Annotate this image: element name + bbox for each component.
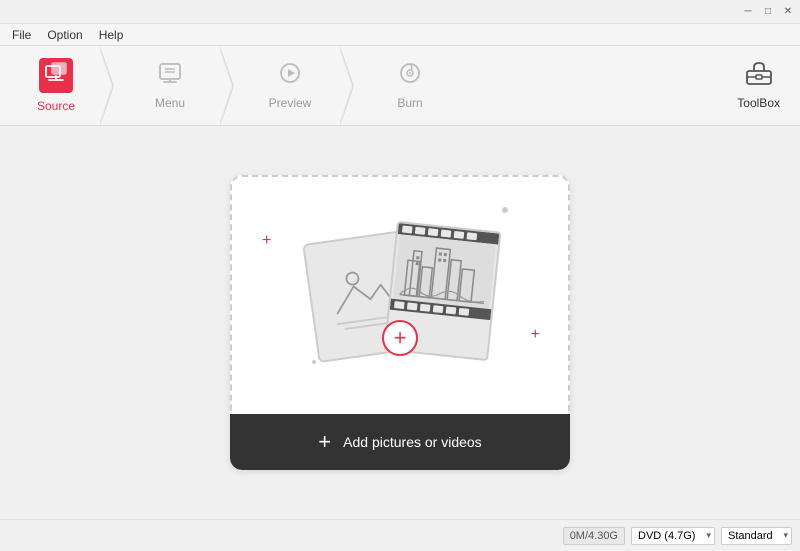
- title-bar: ─ □ ✕: [0, 0, 800, 24]
- tab-burn-label: Burn: [397, 96, 422, 110]
- menu-file[interactable]: File: [4, 26, 39, 44]
- deco-plus-right: +: [531, 326, 540, 344]
- status-bar: 0M/4.30G DVD (4.7G) DVD (8.5G) BD (25G) …: [0, 519, 800, 551]
- add-button-label: Add pictures or videos: [343, 434, 482, 450]
- preview-icon: [278, 61, 302, 90]
- tab-preview[interactable]: Preview: [240, 46, 340, 125]
- quality-wrapper[interactable]: Standard High Medium Low: [721, 527, 792, 545]
- tab-source[interactable]: Source: [0, 46, 100, 125]
- burn-icon: [398, 61, 422, 90]
- tab-burn[interactable]: Burn: [360, 46, 460, 125]
- close-button[interactable]: ✕: [780, 4, 796, 20]
- film-frame: [393, 234, 496, 309]
- tab-menu-label: Menu: [155, 96, 185, 110]
- drop-zone-upper: + +: [230, 175, 570, 414]
- menu-icon: [158, 61, 182, 90]
- tab-source-label: Source: [37, 99, 75, 113]
- toolbox-button[interactable]: ToolBox: [717, 46, 800, 125]
- source-icon: [45, 62, 67, 84]
- disc-type-select[interactable]: DVD (4.7G) DVD (8.5G) BD (25G): [631, 527, 715, 545]
- deco-plus-left: +: [262, 232, 271, 250]
- add-button-plus-icon: +: [318, 429, 331, 455]
- main-content: + +: [0, 126, 800, 519]
- drop-zone[interactable]: + +: [230, 175, 570, 470]
- add-media-circle[interactable]: +: [382, 320, 418, 356]
- menu-option[interactable]: Option: [39, 26, 90, 44]
- menu-bar: File Option Help: [0, 24, 800, 46]
- toolbox-label: ToolBox: [737, 96, 780, 110]
- disc-type-wrapper[interactable]: DVD (4.7G) DVD (8.5G) BD (25G): [631, 527, 715, 545]
- tab-menu-arrow: [220, 46, 234, 126]
- city-svg: [399, 234, 490, 308]
- tab-preview-arrow: [340, 46, 354, 126]
- tab-source-arrow: [100, 46, 114, 126]
- minimize-button[interactable]: ─: [740, 4, 756, 20]
- menu-help[interactable]: Help: [91, 26, 132, 44]
- deco-dot-1: [502, 207, 508, 213]
- add-media-button[interactable]: + Add pictures or videos: [230, 414, 570, 470]
- quality-select[interactable]: Standard High Medium Low: [721, 527, 792, 545]
- tab-menu[interactable]: Menu: [120, 46, 220, 125]
- source-icon-box: [39, 58, 73, 93]
- window-controls: ─ □ ✕: [740, 4, 796, 20]
- storage-info: 0M/4.30G: [563, 527, 625, 545]
- illustration: +: [300, 216, 500, 376]
- toolbox-icon: [745, 61, 773, 90]
- nav-toolbar: Source Menu Preview: [0, 46, 800, 126]
- maximize-button[interactable]: □: [760, 4, 776, 20]
- tab-preview-label: Preview: [269, 96, 312, 110]
